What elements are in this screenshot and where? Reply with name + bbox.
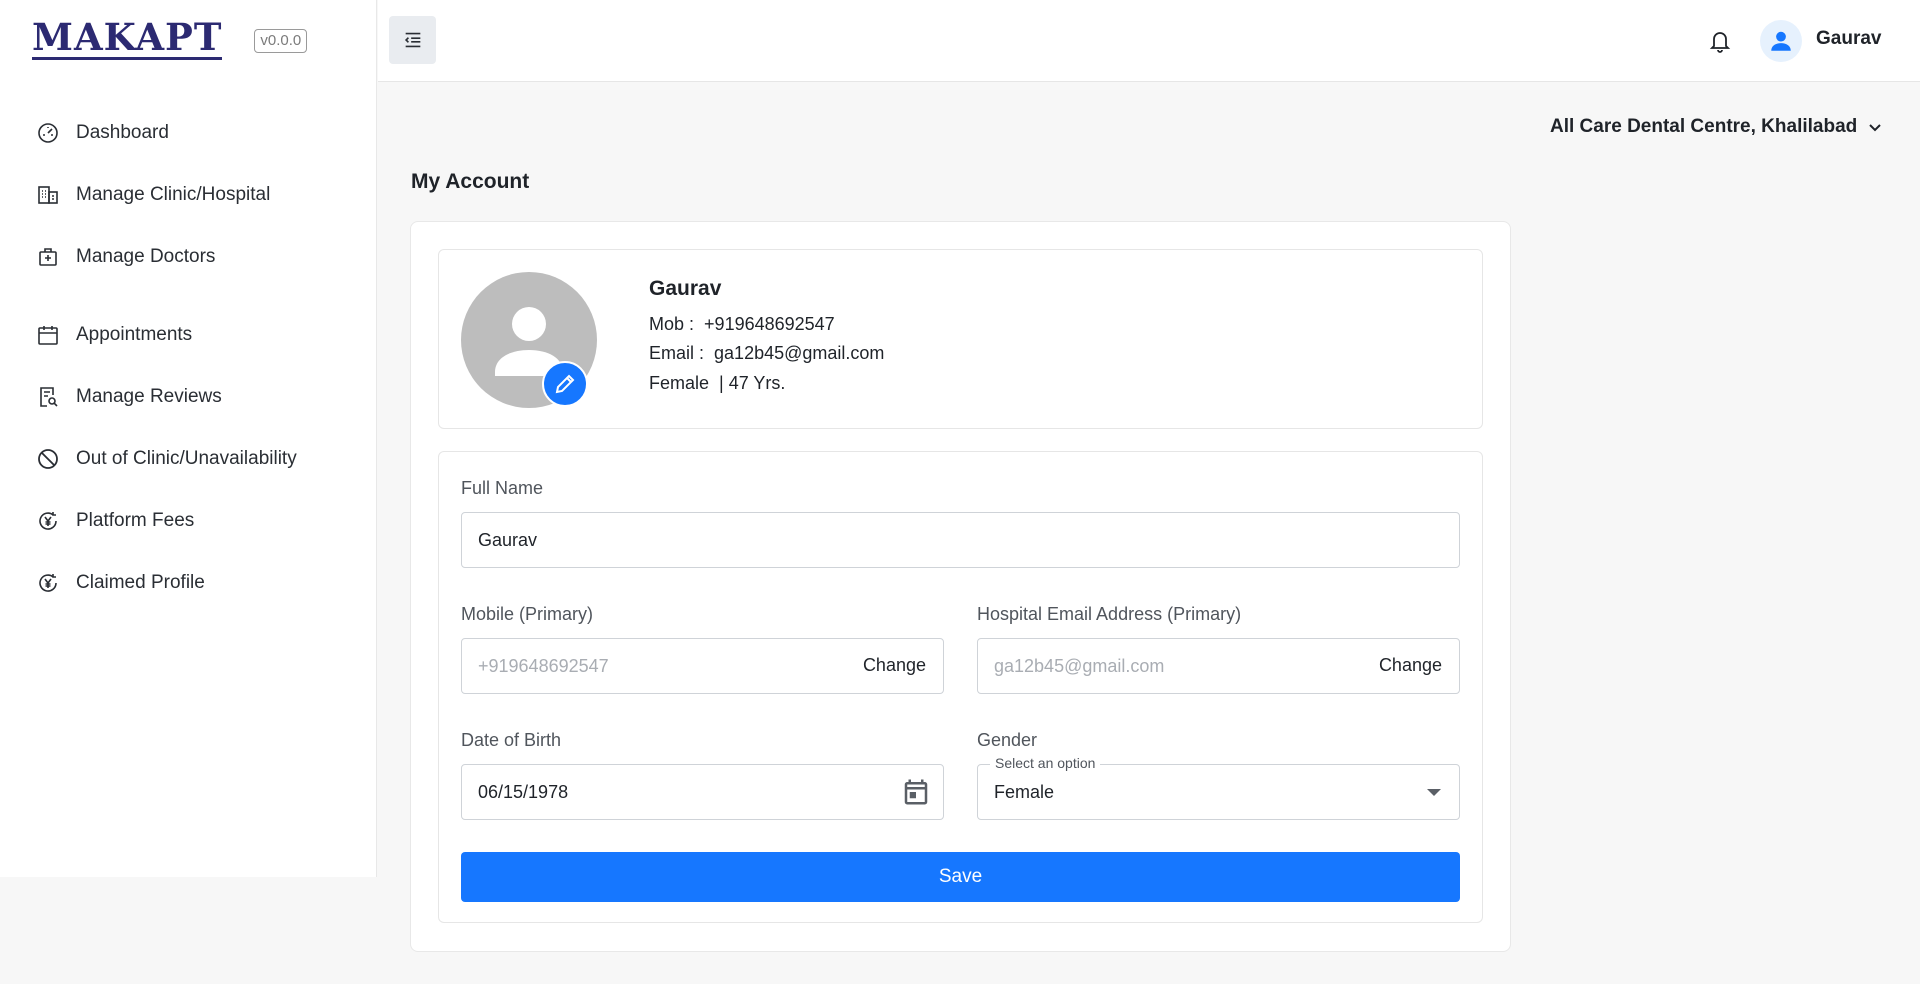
mobile-placeholder: +919648692547: [478, 655, 609, 676]
header-user-name[interactable]: Gaurav: [1816, 28, 1881, 50]
gender-legend: Select an option: [990, 755, 1101, 771]
menu-collapse-icon: [404, 32, 420, 48]
building-icon: [36, 183, 76, 207]
gauge-icon: [36, 121, 76, 145]
sidebar-item-label: Platform Fees: [76, 510, 195, 531]
mobile-change-button[interactable]: Change: [863, 655, 926, 676]
dob-value: 06/15/1978: [478, 781, 569, 802]
profile-email-label: Email :: [649, 343, 705, 363]
profile-email: ga12b45@gmail.com: [714, 343, 885, 363]
mobile-input[interactable]: +919648692547 Change: [461, 638, 944, 694]
sidebar-item-label: Manage Reviews: [76, 386, 222, 407]
gender-value: Female: [994, 781, 1055, 802]
currency-refresh-icon: [36, 571, 76, 595]
email-change-button[interactable]: Change: [1379, 655, 1442, 676]
top-header: Gaurav: [378, 0, 1920, 82]
sidebar-item-manage-doctors[interactable]: Manage Doctors: [36, 237, 215, 277]
profile-mobile-label: Mob :: [649, 314, 695, 334]
profile-age: | 47 Yrs.: [719, 373, 786, 393]
bell-icon: [1709, 32, 1731, 53]
sidebar-item-out-of-clinic[interactable]: Out of Clinic/Unavailability: [36, 439, 297, 479]
gender-select[interactable]: Select an option Female: [977, 755, 1460, 820]
dob-label: Date of Birth: [461, 730, 562, 750]
sidebar-item-appointments[interactable]: Appointments: [36, 315, 192, 355]
page-title: My Account: [411, 170, 530, 193]
profile-mobile: +919648692547: [704, 314, 835, 334]
collapse-menu-button[interactable]: [389, 16, 436, 64]
calendar-picker-button[interactable]: [901, 777, 931, 812]
dob-input[interactable]: 06/15/1978: [461, 764, 944, 820]
profile-gender-age-line: Female | 47 Yrs.: [649, 373, 785, 394]
logo-row: MAKAPT v0.0.0: [32, 18, 308, 60]
email-label: Hospital Email Address (Primary): [977, 604, 1242, 624]
profile-gender: Female: [649, 373, 710, 393]
full-name-label: Full Name: [461, 478, 544, 498]
calendar-icon: [904, 779, 928, 805]
review-search-icon: [36, 385, 76, 409]
chevron-down-icon: [1869, 124, 1881, 132]
logo[interactable]: MAKAPT: [32, 18, 223, 60]
sidebar: MAKAPT v0.0.0 Dashboard Manage Clinic/Ho…: [0, 0, 377, 877]
sidebar-item-label: Appointments: [76, 324, 193, 345]
sidebar-item-manage-clinic[interactable]: Manage Clinic/Hospital: [36, 175, 270, 215]
account-form: Full Name Gaurav Mobile (Primary) +91964…: [438, 451, 1483, 923]
email-input[interactable]: ga12b45@gmail.com Change: [977, 638, 1460, 694]
block-icon: [36, 447, 76, 471]
currency-refresh-icon: [36, 509, 76, 533]
sidebar-item-label: Manage Clinic/Hospital: [76, 184, 271, 205]
pencil-icon: [555, 374, 575, 394]
dropdown-caret-icon: [1427, 789, 1441, 796]
profile-name: Gaurav: [649, 277, 722, 300]
sidebar-item-label: Manage Doctors: [76, 246, 216, 267]
medical-bag-icon: [36, 245, 76, 269]
user-icon: [1771, 31, 1791, 51]
calendar-icon: [36, 323, 76, 347]
full-name-input[interactable]: Gaurav: [461, 512, 1460, 568]
email-placeholder: ga12b45@gmail.com: [994, 655, 1165, 676]
clinic-selector-value: All Care Dental Centre, Khalilabad: [1550, 116, 1858, 137]
save-button[interactable]: Save: [461, 852, 1460, 902]
mobile-label: Mobile (Primary): [461, 604, 594, 624]
edit-avatar-button[interactable]: [542, 361, 588, 407]
version-badge: v0.0.0: [254, 29, 308, 53]
sidebar-item-dashboard[interactable]: Dashboard: [36, 113, 169, 153]
sidebar-item-claimed-profile[interactable]: Claimed Profile: [36, 563, 205, 603]
full-name-value: Gaurav: [478, 529, 538, 550]
notification-bell-button[interactable]: [1708, 28, 1732, 54]
profile-mobile-line: Mob : +919648692547: [649, 314, 835, 335]
profile-summary-card: Gaurav Mob : +919648692547 Email : ga12b…: [438, 249, 1483, 429]
sidebar-item-label: Claimed Profile: [76, 572, 205, 593]
gender-label: Gender: [977, 730, 1038, 750]
sidebar-item-manage-reviews[interactable]: Manage Reviews: [36, 377, 222, 417]
sidebar-item-platform-fees[interactable]: Platform Fees: [36, 501, 194, 541]
profile-email-line: Email : ga12b45@gmail.com: [649, 343, 884, 364]
sidebar-item-label: Out of Clinic/Unavailability: [76, 448, 297, 469]
clinic-selector[interactable]: All Care Dental Centre, Khalilabad: [1550, 116, 1883, 138]
user-avatar[interactable]: [1760, 20, 1802, 62]
sidebar-item-label: Dashboard: [76, 122, 169, 143]
